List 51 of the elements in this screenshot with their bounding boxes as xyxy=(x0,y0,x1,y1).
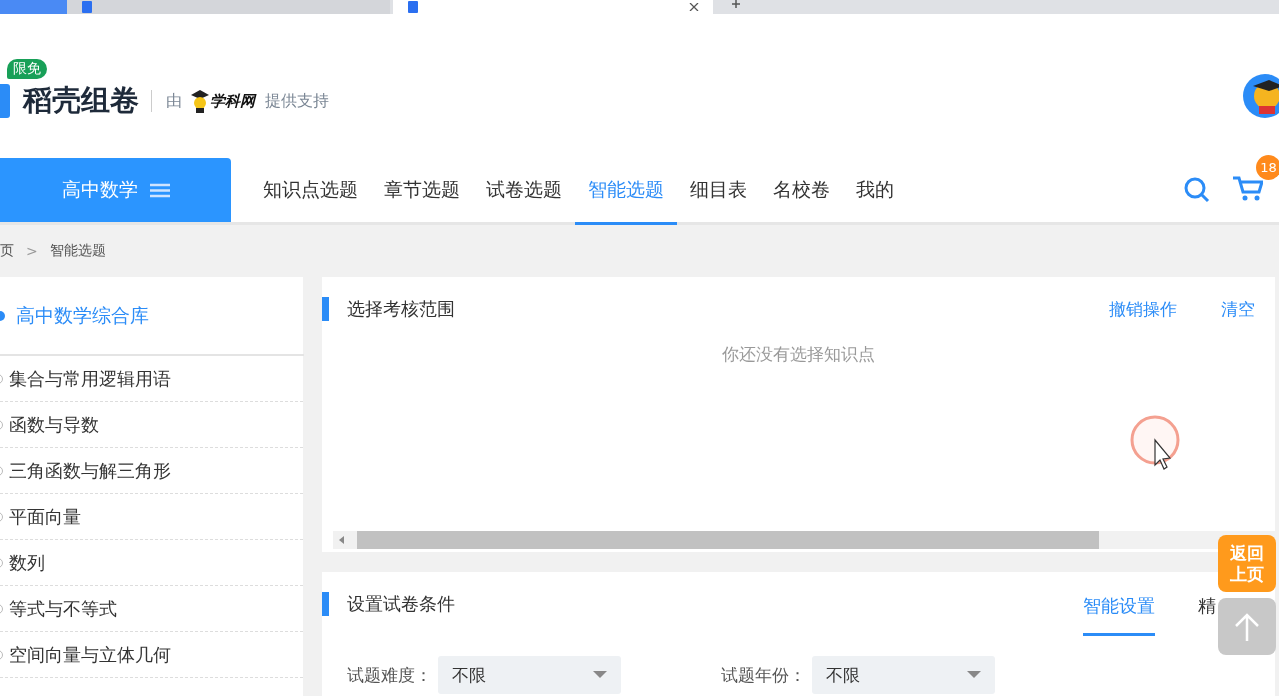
nav-tab[interactable]: 知识点选题 xyxy=(250,158,371,225)
back-to-top-button[interactable] xyxy=(1218,598,1276,655)
nav-tab[interactable]: 智能选题 xyxy=(575,158,677,225)
empty-message: 你还没有选择知识点 xyxy=(721,343,876,366)
section-title: 选择考核范围 xyxy=(347,297,455,321)
topic-label[interactable]: 空间向量与立体几何 xyxy=(9,642,171,667)
free-badge: 限免 xyxy=(7,59,47,79)
dropdown[interactable]: 不限 xyxy=(438,656,621,694)
topic-label[interactable]: 函数与导数 xyxy=(9,412,99,437)
field-label: 试题年份： xyxy=(721,663,806,687)
action-link[interactable]: 清空 xyxy=(1221,297,1255,321)
topic-label[interactable]: 数列 xyxy=(9,550,45,575)
cart-count-badge: 18 xyxy=(1256,155,1279,180)
action-link[interactable]: 撤销操作 xyxy=(1109,297,1177,321)
topic-label[interactable]: 等式与不等式 xyxy=(9,596,117,621)
settings-tab[interactable]: 精 xyxy=(1198,572,1216,636)
nav-tab[interactable]: 细目表 xyxy=(677,158,760,225)
close-icon[interactable] xyxy=(689,3,699,11)
nav-tab[interactable]: 试卷选题 xyxy=(473,158,575,225)
breadcrumb-separator: > xyxy=(26,243,38,259)
breadcrumb-link[interactable]: 页 xyxy=(0,242,14,260)
avatar-icon[interactable] xyxy=(1243,74,1279,118)
topic-label[interactable]: 平面向量 xyxy=(9,504,81,529)
by-text: 由 xyxy=(166,90,182,112)
section-title: 设置试卷条件 xyxy=(347,592,455,616)
search-icon[interactable] xyxy=(1183,176,1211,204)
caret-icon xyxy=(967,671,981,679)
topic-label[interactable]: 集合与常用逻辑用语 xyxy=(9,366,171,391)
field-label: 试题难度： xyxy=(347,663,432,687)
browser-tab[interactable] xyxy=(67,0,390,14)
section-marker xyxy=(322,592,329,616)
browser-tab[interactable] xyxy=(393,0,713,14)
caret-icon xyxy=(593,671,607,679)
plus-icon[interactable] xyxy=(731,0,741,8)
nav-tab[interactable]: 章节选题 xyxy=(371,158,473,225)
topic-label[interactable]: 三角函数与解三角形 xyxy=(9,458,171,483)
document-icon xyxy=(407,1,419,13)
brand-name[interactable]: 稻壳组卷 xyxy=(23,81,139,121)
logo-icon xyxy=(0,84,10,118)
dropdown[interactable]: 不限 xyxy=(812,656,995,694)
section-marker xyxy=(322,297,329,321)
document-icon xyxy=(81,1,93,13)
breadcrumb-current: 智能选题 xyxy=(49,242,106,260)
left-arrow-icon[interactable] xyxy=(339,536,345,544)
support-text: 提供支持 xyxy=(265,90,329,112)
menu-icon xyxy=(149,182,170,198)
nav-tab[interactable]: 名校卷 xyxy=(760,158,843,225)
cart-icon[interactable] xyxy=(1233,175,1263,201)
up-arrow-icon xyxy=(1234,612,1260,641)
partner-logo[interactable]: 学科网 xyxy=(190,89,255,113)
nav-tab[interactable]: 我的 xyxy=(843,158,907,225)
